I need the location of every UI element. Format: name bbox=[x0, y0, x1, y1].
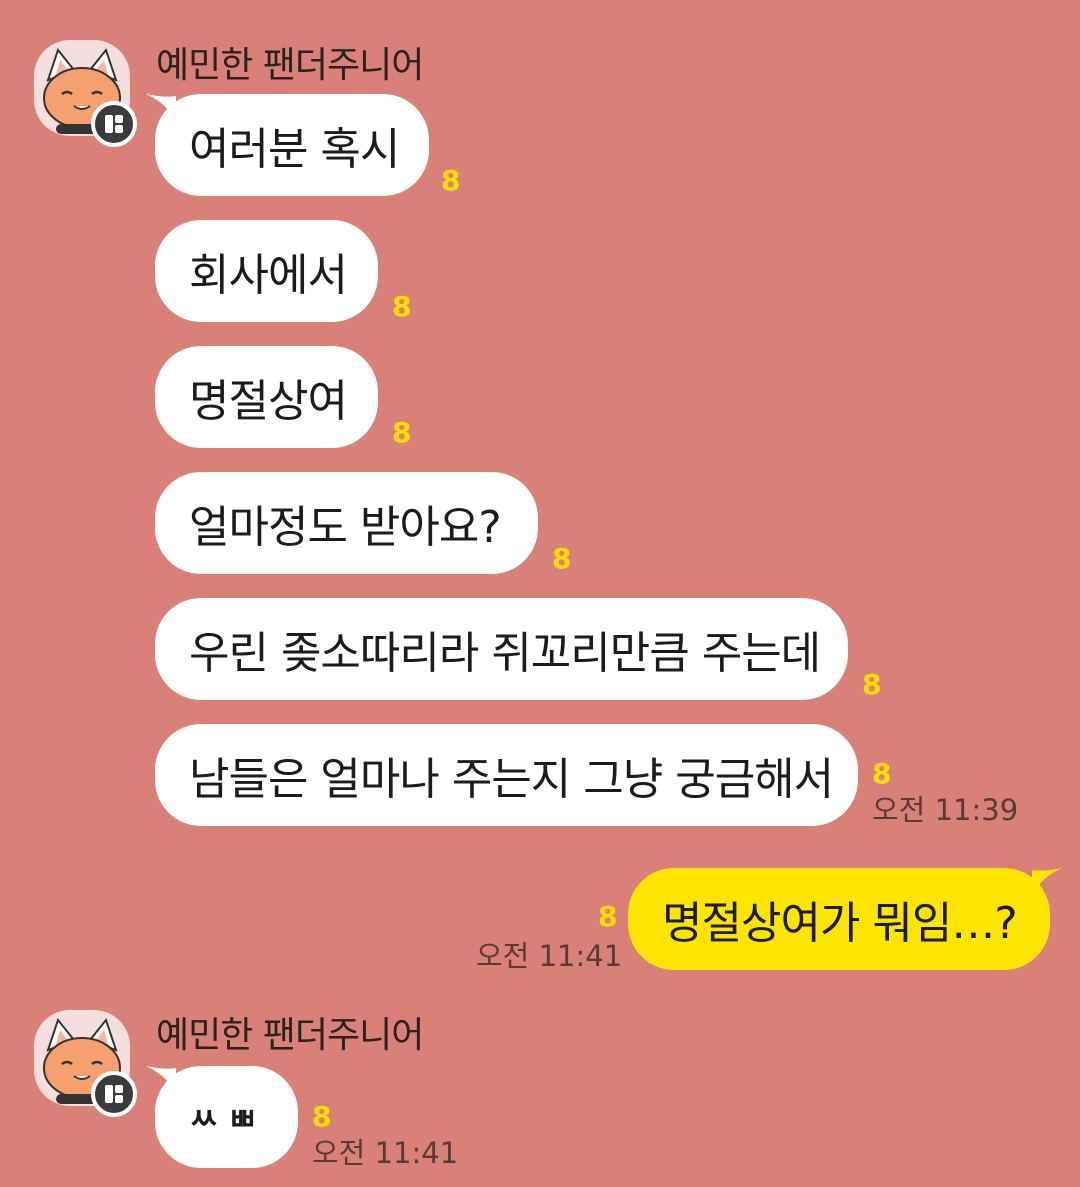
message-bubble[interactable]: 얼마정도 받아요? bbox=[155, 472, 538, 574]
sender-name: 예민한 팬더주니어 bbox=[156, 1015, 424, 1056]
profile-badge-icon bbox=[105, 1085, 123, 1103]
message-timestamp: 오전 11:41 bbox=[312, 1136, 459, 1170]
unread-count: 8 bbox=[392, 416, 412, 449]
unread-count: 8 bbox=[312, 1100, 332, 1133]
message-timestamp: 오전 11:39 bbox=[872, 793, 1019, 827]
bubble-tail bbox=[1032, 868, 1062, 896]
unread-count: 8 bbox=[862, 668, 882, 701]
message-bubble[interactable]: 명절상여 bbox=[155, 346, 378, 448]
unread-count: 8 bbox=[552, 542, 572, 575]
unread-count: 8 bbox=[441, 164, 461, 197]
message-bubble[interactable]: 우린 좆소따리라 쥐꼬리만큼 주는데 bbox=[155, 598, 848, 700]
unread-count: 8 bbox=[598, 900, 618, 933]
message-bubble[interactable]: 여러분 혹시 bbox=[155, 94, 429, 196]
message-timestamp: 오전 11:41 bbox=[476, 939, 623, 973]
profile-badge bbox=[91, 1071, 137, 1117]
message-bubble[interactable]: ㅆ ㅃ bbox=[155, 1066, 298, 1168]
sender-name: 예민한 팬더주니어 bbox=[156, 45, 424, 86]
message-bubble[interactable]: 회사에서 bbox=[155, 220, 378, 322]
profile-badge bbox=[91, 101, 137, 147]
unread-count: 8 bbox=[872, 757, 892, 790]
outgoing-message-bubble[interactable]: 명절상여가 뭐임…? bbox=[628, 868, 1050, 970]
message-bubble[interactable]: 남들은 얼마나 주는지 그냥 궁금해서 bbox=[155, 724, 858, 826]
profile-badge-icon bbox=[105, 115, 123, 133]
unread-count: 8 bbox=[392, 290, 412, 323]
